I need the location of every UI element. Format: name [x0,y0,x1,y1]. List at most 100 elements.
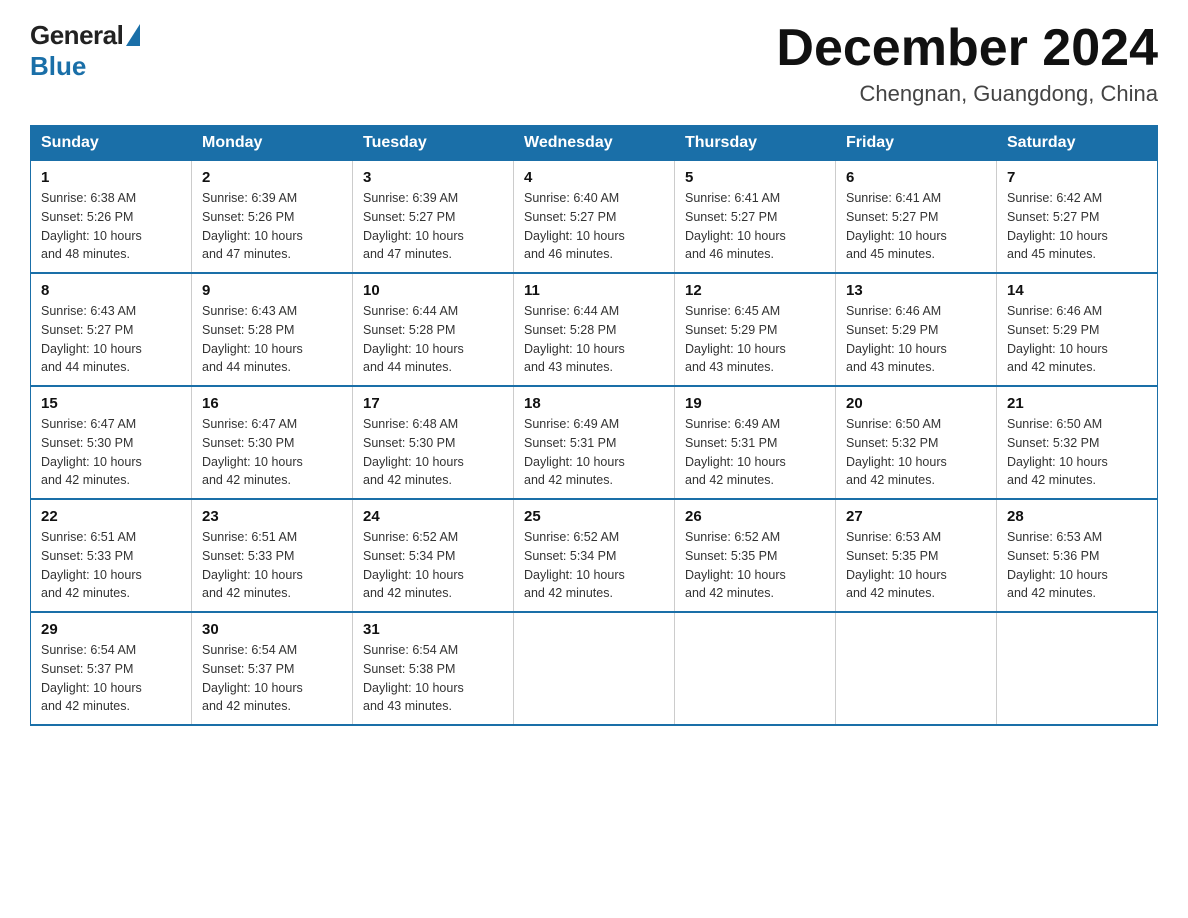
calendar-cell: 5 Sunrise: 6:41 AMSunset: 5:27 PMDayligh… [675,161,836,274]
calendar-cell: 12 Sunrise: 6:45 AMSunset: 5:29 PMDaylig… [675,273,836,386]
day-info: Sunrise: 6:38 AMSunset: 5:26 PMDaylight:… [41,191,142,261]
logo-triangle-icon [126,24,140,46]
calendar-cell: 13 Sunrise: 6:46 AMSunset: 5:29 PMDaylig… [836,273,997,386]
month-title: December 2024 [776,20,1158,77]
calendar-cell: 20 Sunrise: 6:50 AMSunset: 5:32 PMDaylig… [836,386,997,499]
calendar-cell: 21 Sunrise: 6:50 AMSunset: 5:32 PMDaylig… [997,386,1158,499]
day-info: Sunrise: 6:39 AMSunset: 5:27 PMDaylight:… [363,191,464,261]
day-number: 29 [41,621,181,638]
day-info: Sunrise: 6:54 AMSunset: 5:38 PMDaylight:… [363,643,464,713]
calendar-cell: 16 Sunrise: 6:47 AMSunset: 5:30 PMDaylig… [192,386,353,499]
day-info: Sunrise: 6:51 AMSunset: 5:33 PMDaylight:… [202,530,303,600]
calendar-cell: 30 Sunrise: 6:54 AMSunset: 5:37 PMDaylig… [192,612,353,725]
day-info: Sunrise: 6:46 AMSunset: 5:29 PMDaylight:… [846,304,947,374]
day-info: Sunrise: 6:51 AMSunset: 5:33 PMDaylight:… [41,530,142,600]
calendar-cell: 25 Sunrise: 6:52 AMSunset: 5:34 PMDaylig… [514,499,675,612]
day-info: Sunrise: 6:39 AMSunset: 5:26 PMDaylight:… [202,191,303,261]
day-number: 14 [1007,282,1147,299]
day-info: Sunrise: 6:47 AMSunset: 5:30 PMDaylight:… [41,417,142,487]
day-number: 7 [1007,169,1147,186]
calendar-cell [514,612,675,725]
location-title: Chengnan, Guangdong, China [776,81,1158,107]
day-number: 6 [846,169,986,186]
day-info: Sunrise: 6:43 AMSunset: 5:27 PMDaylight:… [41,304,142,374]
page-header: General Blue December 2024 Chengnan, Gua… [30,20,1158,107]
day-number: 16 [202,395,342,412]
calendar-cell [836,612,997,725]
calendar-table: Sunday Monday Tuesday Wednesday Thursday… [30,125,1158,726]
day-number: 9 [202,282,342,299]
logo-blue-text: Blue [30,51,86,82]
day-info: Sunrise: 6:43 AMSunset: 5:28 PMDaylight:… [202,304,303,374]
day-info: Sunrise: 6:42 AMSunset: 5:27 PMDaylight:… [1007,191,1108,261]
day-info: Sunrise: 6:52 AMSunset: 5:34 PMDaylight:… [524,530,625,600]
calendar-cell: 7 Sunrise: 6:42 AMSunset: 5:27 PMDayligh… [997,161,1158,274]
day-number: 8 [41,282,181,299]
day-number: 1 [41,169,181,186]
calendar-cell: 11 Sunrise: 6:44 AMSunset: 5:28 PMDaylig… [514,273,675,386]
calendar-header-row: Sunday Monday Tuesday Wednesday Thursday… [31,126,1158,161]
calendar-cell: 31 Sunrise: 6:54 AMSunset: 5:38 PMDaylig… [353,612,514,725]
day-number: 11 [524,282,664,299]
calendar-cell [997,612,1158,725]
header-monday: Monday [192,126,353,161]
calendar-cell [675,612,836,725]
calendar-cell: 3 Sunrise: 6:39 AMSunset: 5:27 PMDayligh… [353,161,514,274]
day-number: 21 [1007,395,1147,412]
calendar-cell: 27 Sunrise: 6:53 AMSunset: 5:35 PMDaylig… [836,499,997,612]
day-info: Sunrise: 6:54 AMSunset: 5:37 PMDaylight:… [202,643,303,713]
day-info: Sunrise: 6:46 AMSunset: 5:29 PMDaylight:… [1007,304,1108,374]
calendar-cell: 22 Sunrise: 6:51 AMSunset: 5:33 PMDaylig… [31,499,192,612]
day-number: 19 [685,395,825,412]
calendar-week-1: 1 Sunrise: 6:38 AMSunset: 5:26 PMDayligh… [31,161,1158,274]
calendar-cell: 18 Sunrise: 6:49 AMSunset: 5:31 PMDaylig… [514,386,675,499]
title-section: December 2024 Chengnan, Guangdong, China [776,20,1158,107]
header-wednesday: Wednesday [514,126,675,161]
calendar-cell: 23 Sunrise: 6:51 AMSunset: 5:33 PMDaylig… [192,499,353,612]
header-friday: Friday [836,126,997,161]
day-number: 23 [202,508,342,525]
calendar-cell: 4 Sunrise: 6:40 AMSunset: 5:27 PMDayligh… [514,161,675,274]
calendar-cell: 2 Sunrise: 6:39 AMSunset: 5:26 PMDayligh… [192,161,353,274]
calendar-week-4: 22 Sunrise: 6:51 AMSunset: 5:33 PMDaylig… [31,499,1158,612]
calendar-cell: 6 Sunrise: 6:41 AMSunset: 5:27 PMDayligh… [836,161,997,274]
day-number: 24 [363,508,503,525]
day-info: Sunrise: 6:54 AMSunset: 5:37 PMDaylight:… [41,643,142,713]
day-number: 13 [846,282,986,299]
day-number: 2 [202,169,342,186]
day-info: Sunrise: 6:53 AMSunset: 5:36 PMDaylight:… [1007,530,1108,600]
day-number: 27 [846,508,986,525]
calendar-cell: 15 Sunrise: 6:47 AMSunset: 5:30 PMDaylig… [31,386,192,499]
calendar-week-3: 15 Sunrise: 6:47 AMSunset: 5:30 PMDaylig… [31,386,1158,499]
day-info: Sunrise: 6:40 AMSunset: 5:27 PMDaylight:… [524,191,625,261]
day-info: Sunrise: 6:41 AMSunset: 5:27 PMDaylight:… [846,191,947,261]
calendar-week-5: 29 Sunrise: 6:54 AMSunset: 5:37 PMDaylig… [31,612,1158,725]
header-saturday: Saturday [997,126,1158,161]
day-number: 17 [363,395,503,412]
logo-general-text: General [30,20,123,51]
header-sunday: Sunday [31,126,192,161]
header-tuesday: Tuesday [353,126,514,161]
calendar-cell: 9 Sunrise: 6:43 AMSunset: 5:28 PMDayligh… [192,273,353,386]
calendar-cell: 17 Sunrise: 6:48 AMSunset: 5:30 PMDaylig… [353,386,514,499]
day-info: Sunrise: 6:49 AMSunset: 5:31 PMDaylight:… [685,417,786,487]
calendar-cell: 10 Sunrise: 6:44 AMSunset: 5:28 PMDaylig… [353,273,514,386]
day-info: Sunrise: 6:50 AMSunset: 5:32 PMDaylight:… [1007,417,1108,487]
day-info: Sunrise: 6:53 AMSunset: 5:35 PMDaylight:… [846,530,947,600]
calendar-cell: 24 Sunrise: 6:52 AMSunset: 5:34 PMDaylig… [353,499,514,612]
calendar-week-2: 8 Sunrise: 6:43 AMSunset: 5:27 PMDayligh… [31,273,1158,386]
day-info: Sunrise: 6:48 AMSunset: 5:30 PMDaylight:… [363,417,464,487]
day-info: Sunrise: 6:49 AMSunset: 5:31 PMDaylight:… [524,417,625,487]
day-info: Sunrise: 6:45 AMSunset: 5:29 PMDaylight:… [685,304,786,374]
day-number: 15 [41,395,181,412]
calendar-cell: 14 Sunrise: 6:46 AMSunset: 5:29 PMDaylig… [997,273,1158,386]
day-number: 12 [685,282,825,299]
day-number: 30 [202,621,342,638]
day-info: Sunrise: 6:52 AMSunset: 5:35 PMDaylight:… [685,530,786,600]
day-number: 26 [685,508,825,525]
day-info: Sunrise: 6:52 AMSunset: 5:34 PMDaylight:… [363,530,464,600]
header-thursday: Thursday [675,126,836,161]
day-info: Sunrise: 6:47 AMSunset: 5:30 PMDaylight:… [202,417,303,487]
day-number: 4 [524,169,664,186]
logo: General Blue [30,20,140,82]
